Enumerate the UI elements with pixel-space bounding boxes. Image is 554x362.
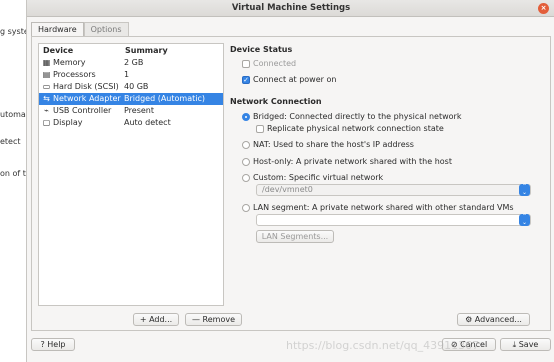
lan-segments-button[interactable]: LAN Segments... (256, 230, 334, 243)
memory-icon: ▦ (42, 58, 51, 67)
background-text: utoma (0, 110, 26, 119)
background-text: g syste (0, 27, 26, 36)
device-name-cell: ▦ Memory (42, 57, 124, 69)
close-icon[interactable]: × (538, 3, 549, 14)
remove-device-button[interactable]: — Remove (185, 313, 242, 326)
device-name-cell: ⇆ Network Adapter (42, 93, 124, 105)
hard-disk-icon: ▭ (42, 82, 51, 91)
host-only-radio[interactable]: Host-only: A private network shared with… (242, 156, 452, 167)
background-text: on of t (0, 169, 26, 178)
replicate-state-checkbox[interactable]: Replicate physical network connection st… (256, 123, 444, 134)
background-window: g syste utoma etect on of t (0, 0, 26, 362)
help-button[interactable]: ? Help (31, 338, 75, 351)
network-connection-title: Network Connection (230, 97, 322, 106)
device-status-title: Device Status (230, 45, 293, 54)
plus-icon: + (139, 315, 150, 324)
nat-radio[interactable]: NAT: Used to share the host's IP address (242, 139, 414, 150)
device-row[interactable]: ▤ Processors 1 (39, 69, 223, 81)
device-name: Hard Disk (SCSI) (53, 82, 119, 91)
tab-bar: Hardware Options (31, 22, 129, 36)
minus-icon: — (191, 315, 203, 324)
bridged-label: Bridged: Connected directly to the physi… (253, 112, 462, 121)
device-name-cell: ▤ Processors (42, 69, 124, 81)
device-summary: 1 (124, 70, 130, 79)
checkbox-icon (242, 59, 250, 68)
radio-icon (242, 173, 250, 182)
column-header-device: Device (43, 46, 74, 55)
tab-hardware[interactable]: Hardware (31, 22, 84, 36)
device-name: USB Controller (53, 106, 112, 115)
custom-radio[interactable]: Custom: Specific virtual network (242, 172, 383, 183)
advanced-icon: ⚙ (465, 315, 475, 324)
dropdown-arrows-icon: ⌃ ⌄ (519, 184, 530, 196)
network-adapter-icon: ⇆ (43, 94, 50, 103)
device-name: Network Adapter (53, 94, 121, 103)
device-list: Device Summary ▦ Memory 2 GB ▤ Processors 1 ▭ H… (38, 43, 224, 306)
cancel-icon: ⊘ (450, 340, 461, 349)
display-icon: ▢ (42, 118, 51, 127)
connected-checkbox[interactable]: Connected (242, 58, 296, 69)
hardware-panel: Device Summary ▦ Memory 2 GB ▤ Processors 1 ▭ H… (31, 36, 551, 331)
device-name-cell: ▭ Hard Disk (SCSI) (42, 81, 124, 93)
dialog-footer: ? Help ⊘ Cancel ⤓ Save (27, 334, 554, 362)
column-header-summary: Summary (125, 46, 168, 55)
device-row[interactable]: ▢ Display Auto detect (39, 117, 223, 129)
window-title: Virtual Machine Settings (231, 3, 351, 13)
host-only-label: Host-only: A private network shared with… (253, 157, 452, 166)
background-text: etect (0, 137, 21, 146)
device-name-cell: ⌁ USB Controller (42, 105, 124, 117)
device-name: Memory (53, 58, 86, 67)
checkmark-icon: ✓ (242, 75, 250, 84)
tab-options[interactable]: Options (83, 22, 129, 36)
device-row[interactable]: ▭ Hard Disk (SCSI) 40 GB (39, 81, 223, 93)
radio-selected-icon (242, 112, 250, 121)
device-list-header: Device Summary (39, 44, 223, 57)
device-name: Processors (53, 70, 96, 79)
device-row[interactable]: ⇆ Network Adapter Bridged (Automatic) (39, 93, 223, 105)
advanced-label: Advanced... (474, 315, 522, 324)
lan-segment-radio[interactable]: LAN segment: A private network shared wi… (242, 202, 514, 213)
device-summary: Bridged (Automatic) (124, 94, 205, 103)
bridged-radio[interactable]: Bridged: Connected directly to the physi… (242, 111, 461, 122)
nat-label: NAT: Used to share the host's IP address (253, 140, 414, 149)
device-row[interactable]: ▦ Memory 2 GB (39, 57, 223, 69)
add-device-button[interactable]: + Add... (133, 313, 179, 326)
radio-icon (242, 140, 250, 149)
connect-at-power-on-checkbox[interactable]: ✓ Connect at power on (242, 74, 336, 85)
cancel-label: Cancel (460, 340, 488, 349)
remove-device-label: Remove (202, 315, 235, 324)
radio-icon (242, 203, 250, 212)
lan-segment-label: LAN segment: A private network shared wi… (253, 203, 514, 212)
cancel-button[interactable]: ⊘ Cancel (442, 338, 496, 351)
custom-network-value: /dev/vmnet0 (262, 185, 313, 194)
title-bar: Virtual Machine Settings × (27, 0, 554, 17)
device-summary: Auto detect (124, 118, 171, 127)
device-summary: Present (124, 106, 155, 115)
dropdown-arrows-icon: ⌃ ⌄ (519, 214, 530, 226)
connected-label: Connected (253, 59, 297, 68)
advanced-button[interactable]: ⚙ Advanced... (457, 313, 530, 326)
add-device-label: Add... (149, 315, 173, 324)
save-button[interactable]: ⤓ Save (500, 338, 551, 351)
device-row[interactable]: ⌁ USB Controller Present (39, 105, 223, 117)
checkbox-icon (256, 124, 264, 133)
device-name: Display (53, 118, 83, 127)
processor-icon: ▤ (42, 70, 51, 79)
device-summary: 2 GB (124, 58, 144, 67)
replicate-label: Replicate physical network connection st… (267, 124, 444, 133)
lan-segment-select[interactable]: ⌃ ⌄ (256, 214, 531, 226)
device-summary: 40 GB (124, 82, 149, 91)
connect-at-power-on-label: Connect at power on (253, 75, 337, 84)
save-label: Save (518, 340, 539, 349)
usb-icon: ⌁ (44, 106, 49, 115)
radio-icon (242, 157, 250, 166)
help-label: Help (47, 340, 66, 349)
device-name-cell: ▢ Display (42, 117, 124, 129)
custom-network-select[interactable]: /dev/vmnet0 ⌃ ⌄ (256, 184, 531, 196)
vm-settings-dialog: Virtual Machine Settings × Hardware Opti… (26, 0, 554, 362)
custom-label: Custom: Specific virtual network (253, 173, 384, 182)
